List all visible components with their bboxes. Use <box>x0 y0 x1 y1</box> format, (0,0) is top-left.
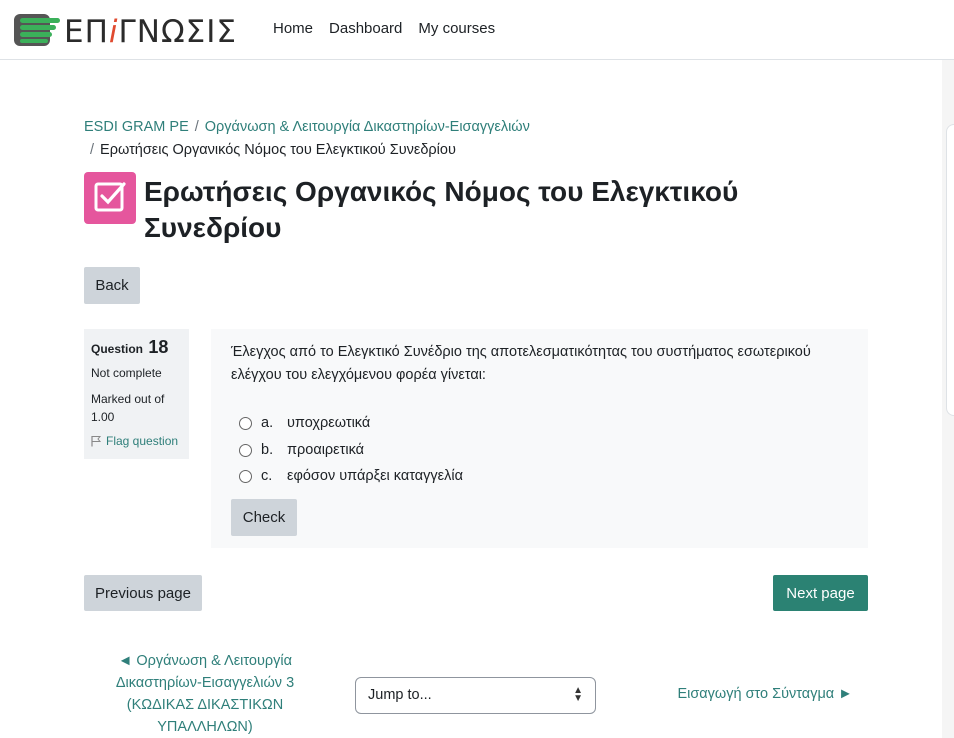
nav-dashboard[interactable]: Dashboard <box>329 20 402 37</box>
breadcrumb: ESDI GRAM PE / Οργάνωση & Λειτουργία Δικασ… <box>84 116 644 162</box>
back-button[interactable]: Back <box>84 267 140 304</box>
question-text: Έλεγχος από το Ελεγκτικό Συνέδριο της απ… <box>231 344 811 383</box>
next-activity-link[interactable]: Εισαγωγή στο Σύνταγμα ► <box>660 686 870 702</box>
site-logo[interactable]: ΕΠiΓΝΩΣΙΣ <box>12 10 236 50</box>
nav-home[interactable]: Home <box>273 20 313 37</box>
question-content: Έλεγχος από το Ελεγκτικό Συνέδριο της απ… <box>211 329 868 548</box>
jump-to-value: Jump to... <box>368 687 432 703</box>
radio-button[interactable] <box>239 443 252 457</box>
answer-text: υποχρεωτικά <box>287 415 371 431</box>
page-title: Ερωτήσεις Οργανικός Νόμος του Ελεγκτικού… <box>144 174 844 246</box>
breadcrumb-separator: / <box>90 142 95 158</box>
nav-my-courses[interactable]: My courses <box>418 20 495 37</box>
checkbox-icon <box>94 182 126 212</box>
answer-text: εφόσον υπάρξει καταγγελία <box>287 468 463 484</box>
question-grade: Marked out of 1.00 <box>91 392 165 424</box>
breadcrumb-section[interactable]: Οργάνωση & Λειτουργία Δικαστηρίων-Εισαγγ… <box>205 119 530 135</box>
question-info: Question 18 Not complete Marked out of 1.… <box>84 329 189 459</box>
flag-question-link[interactable]: Flag question <box>91 434 182 448</box>
answer-letter: b. <box>261 442 274 458</box>
flag-question-label: Flag question <box>106 434 179 448</box>
answer-option-b[interactable]: b. προαιρετικά <box>239 442 364 458</box>
question-number: Question 18 <box>91 337 169 357</box>
drawer-toggle-tab[interactable] <box>946 124 954 416</box>
primary-nav: Home Dashboard My courses <box>265 20 503 37</box>
logo-wordmark: ΕΠiΓΝΩΣΙΣ <box>64 14 237 50</box>
breadcrumb-separator: / <box>194 119 199 135</box>
radio-button[interactable] <box>239 416 252 430</box>
quiz-icon <box>84 172 136 224</box>
logo-icon <box>14 14 60 46</box>
radio-button[interactable] <box>239 469 252 483</box>
answer-option-c[interactable]: c. εφόσον υπάρξει καταγγελία <box>239 468 463 484</box>
flag-icon <box>91 436 102 447</box>
jump-to-select[interactable]: Jump to... ▲ ▼ <box>355 677 596 714</box>
question-state: Not complete <box>91 366 162 380</box>
answer-text: προαιρετικά <box>287 442 365 458</box>
page-title-line1: Ερωτήσεις Οργανικός Νόμος του Ελεγκτικού <box>144 176 739 207</box>
next-page-button[interactable]: Next page <box>773 575 868 611</box>
breadcrumb-course[interactable]: ESDI GRAM PE <box>84 119 189 135</box>
answer-letter: a. <box>261 415 274 431</box>
answer-letter: c. <box>261 468 273 484</box>
select-arrows-icon: ▲ ▼ <box>573 685 583 704</box>
top-navbar: ΕΠiΓΝΩΣΙΣ Home Dashboard My courses <box>0 0 954 60</box>
previous-activity-link[interactable]: ◄ Οργάνωση & Λειτουργία Δικαστηρίων-Εισα… <box>98 650 312 738</box>
answer-option-a[interactable]: a. υποχρεωτικά <box>239 415 370 431</box>
previous-page-button[interactable]: Previous page <box>84 575 202 611</box>
page-title-line2: Συνεδρίου <box>144 212 282 243</box>
check-button[interactable]: Check <box>231 499 297 536</box>
breadcrumb-current: Ερωτήσεις Οργανικός Νόμος του Ελεγκτικού… <box>100 142 456 158</box>
